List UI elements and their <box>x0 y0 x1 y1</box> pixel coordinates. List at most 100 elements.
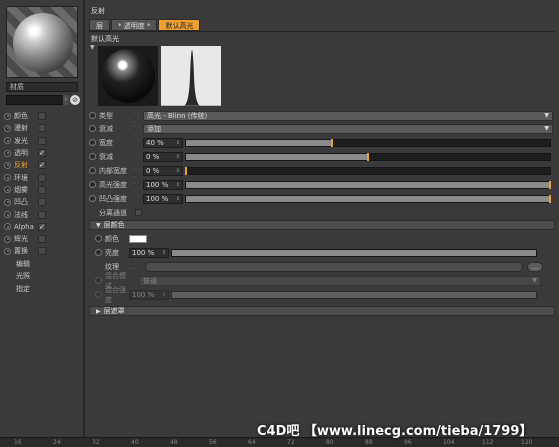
channel-item[interactable]: 透明 ✓ <box>4 147 80 159</box>
channel-item[interactable]: 颜色 <box>4 110 80 122</box>
spinner-icon[interactable]: ⇕ <box>176 181 180 189</box>
param-slider-knob[interactable] <box>367 152 369 161</box>
channel-radio[interactable] <box>4 247 11 255</box>
channel-item[interactable]: 烟雾 <box>4 184 80 196</box>
animate-radio[interactable] <box>89 139 96 146</box>
animate-radio[interactable] <box>89 167 96 174</box>
collapse-triangle-icon[interactable]: ▼ <box>90 44 95 51</box>
spinner-icon[interactable]: ⇕ <box>176 167 180 175</box>
animate-radio[interactable] <box>89 181 96 188</box>
param-slider[interactable] <box>185 194 551 203</box>
texture-browse-button[interactable]: ... <box>527 261 543 272</box>
channel-radio[interactable] <box>4 223 11 231</box>
channel-radio[interactable] <box>4 235 11 243</box>
channel-checkbox[interactable] <box>38 210 46 219</box>
blend-strength-label: 混合强度 <box>105 285 126 304</box>
param-slider[interactable] <box>185 152 551 161</box>
separate-pass-checkbox[interactable] <box>135 209 142 216</box>
channel-checkbox[interactable]: ✓ <box>38 222 46 231</box>
reflection-tab[interactable]: 默认高光 <box>158 19 201 31</box>
channel-item[interactable]: 环境 <box>4 171 80 183</box>
channel-item[interactable]: 反射 ✓ <box>4 159 80 171</box>
brightness-input[interactable]: 100 % ⇕ <box>129 247 169 258</box>
channel-item[interactable]: 辉光 <box>4 233 80 245</box>
spinner-icon[interactable]: ⇕ <box>176 153 180 161</box>
chevron-right-icon[interactable]: › <box>63 95 69 105</box>
channel-radio[interactable] <box>4 124 11 132</box>
param-input[interactable]: 100 % ⇕ <box>143 193 183 204</box>
channel-radio[interactable] <box>4 186 11 194</box>
channel-item[interactable]: 法线 <box>4 208 80 220</box>
param-slider-knob[interactable] <box>549 180 551 189</box>
material-preview[interactable] <box>6 6 78 78</box>
channel-checkbox[interactable] <box>38 136 46 145</box>
channel-item[interactable]: 置换 <box>4 245 80 257</box>
channel-radio[interactable] <box>4 137 11 145</box>
channel-checkbox[interactable] <box>38 124 46 133</box>
param-slider[interactable] <box>185 138 551 147</box>
channel-radio[interactable] <box>4 112 11 120</box>
channel-radio[interactable] <box>4 174 11 182</box>
material-menu-item[interactable]: 编辑 <box>4 258 80 271</box>
spinner-icon[interactable]: ⇕ <box>176 195 180 203</box>
material-search-field[interactable] <box>6 95 64 105</box>
color-swatch[interactable] <box>129 234 147 243</box>
param-slider[interactable] <box>185 166 551 175</box>
animate-radio[interactable] <box>95 291 102 298</box>
channel-radio[interactable] <box>4 161 11 169</box>
reflection-tab[interactable]: * 透明度 * <box>111 19 158 31</box>
channel-item[interactable]: 凹凸 <box>4 196 80 208</box>
reflection-tab[interactable]: 层 <box>89 19 110 31</box>
link-icon[interactable]: ⊘ <box>70 95 80 105</box>
channel-radio[interactable] <box>4 211 11 219</box>
param-slider-knob[interactable] <box>185 166 187 175</box>
channel-checkbox[interactable]: ✓ <box>38 149 46 158</box>
blend-mode-dropdown[interactable]: 普通 ▼ <box>139 275 541 286</box>
blend-strength-input[interactable]: 100 % ⇕ <box>129 289 169 300</box>
tab-divider <box>89 31 555 32</box>
texture-field[interactable] <box>145 261 523 272</box>
animate-radio[interactable] <box>89 125 96 132</box>
animate-radio[interactable] <box>89 112 96 119</box>
material-menu-item[interactable]: 光照 <box>4 270 80 283</box>
channel-checkbox[interactable] <box>38 112 46 121</box>
channel-checkbox[interactable] <box>38 247 46 256</box>
channel-checkbox[interactable]: ✓ <box>38 161 46 170</box>
animate-radio[interactable] <box>95 277 102 284</box>
channel-item[interactable]: Alpha ✓ <box>4 221 80 233</box>
param-slider[interactable] <box>185 180 551 189</box>
param-slider-knob[interactable] <box>549 194 551 203</box>
layer-mask-section[interactable]: ▶ 层遮罩 <box>89 306 555 316</box>
param-slider-knob[interactable] <box>330 138 333 147</box>
material-menu-item[interactable]: 指定 <box>4 283 80 296</box>
animate-radio[interactable] <box>89 153 96 160</box>
param-input[interactable]: 40 % ⇕ <box>143 137 183 148</box>
material-preview-sphere <box>13 13 73 73</box>
channel-checkbox[interactable] <box>38 198 46 207</box>
channel-item[interactable]: 漫射 <box>4 122 80 134</box>
ruler-tick: 40 <box>131 439 139 446</box>
channel-checkbox[interactable] <box>38 173 46 182</box>
animate-radio[interactable] <box>89 195 96 202</box>
spinner-icon[interactable]: ⇕ <box>162 249 166 257</box>
falloff-dropdown[interactable]: 添加 ▼ <box>143 123 553 134</box>
channel-checkbox[interactable] <box>38 185 46 194</box>
blend-strength-slider[interactable] <box>171 290 537 299</box>
type-dropdown[interactable]: 高光 - Blinn (传统) ▼ <box>143 110 553 121</box>
channel-radio[interactable] <box>4 198 11 206</box>
brightness-slider[interactable] <box>171 248 537 257</box>
ruler-tick: 80 <box>326 439 334 446</box>
chevron-down-icon: ▼ <box>96 222 101 229</box>
param-input[interactable]: 0 % ⇕ <box>143 151 183 162</box>
spinner-icon[interactable]: ⇕ <box>162 291 166 299</box>
param-input[interactable]: 100 % ⇕ <box>143 179 183 190</box>
material-name[interactable]: 材质 <box>6 82 78 92</box>
animate-radio[interactable] <box>95 235 102 242</box>
channel-radio[interactable] <box>4 149 11 157</box>
param-input[interactable]: 0 % ⇕ <box>143 165 183 176</box>
channel-item[interactable]: 发光 <box>4 135 80 147</box>
spinner-icon[interactable]: ⇕ <box>176 139 180 147</box>
animate-radio[interactable] <box>95 249 102 256</box>
layer-color-section[interactable]: ▼ 层颜色 <box>89 220 555 230</box>
channel-checkbox[interactable] <box>38 235 46 244</box>
